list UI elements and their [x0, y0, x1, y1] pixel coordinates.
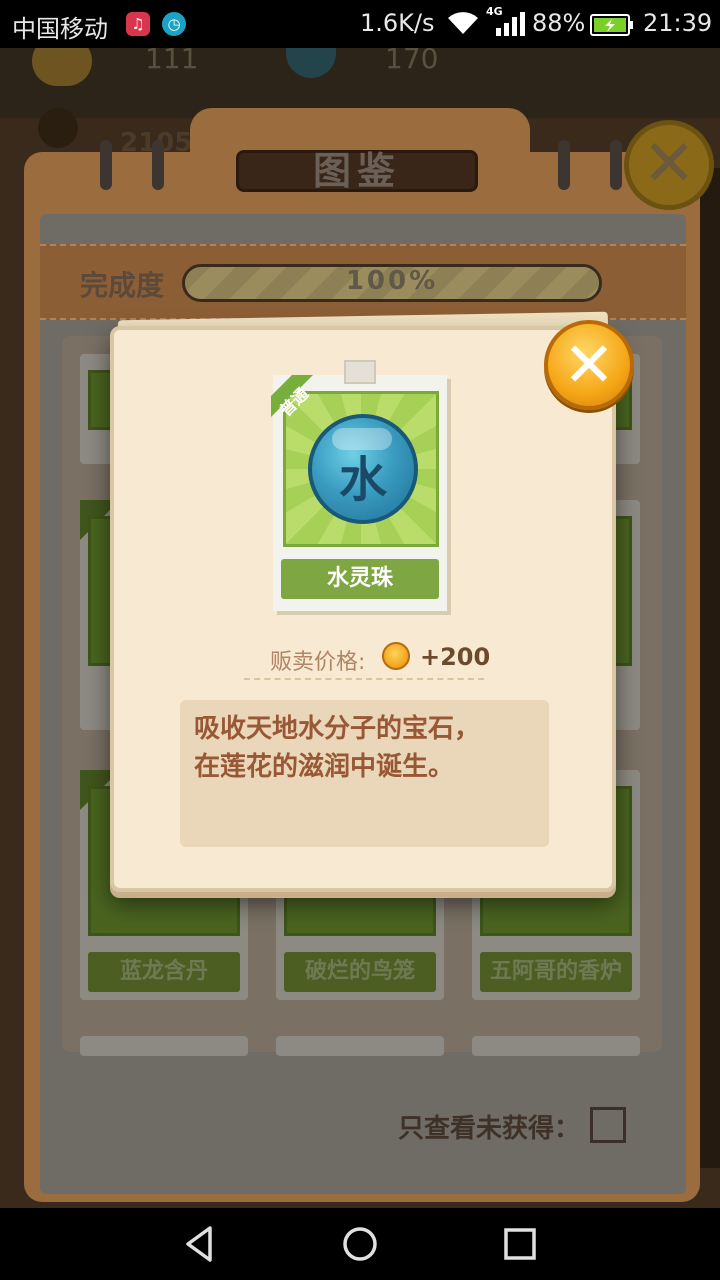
binder-ring-icon — [152, 140, 164, 190]
status-bar: 中国移动 ♫ ◷ 1.6K/s 4G 88% 21:39 — [0, 0, 720, 48]
collection-card[interactable] — [472, 1036, 640, 1056]
music-app-icon: ♫ — [126, 12, 150, 36]
avatar — [38, 108, 78, 148]
battery-charging-icon — [590, 14, 633, 36]
home-icon[interactable] — [338, 1222, 382, 1266]
item-image: 水 — [283, 391, 439, 547]
item-description: 吸收天地水分子的宝石， 在莲花的滋润中诞生。 — [180, 700, 549, 847]
description-line: 吸收天地水分子的宝石， — [194, 714, 481, 744]
binder-ring-icon — [610, 140, 622, 190]
recents-icon[interactable] — [498, 1222, 542, 1266]
price-label: 贩卖价格: — [270, 650, 366, 675]
signal-icon — [496, 12, 525, 36]
progress-label: 完成度 — [80, 269, 165, 302]
card-name: 蓝龙含丹 — [88, 952, 240, 992]
back-icon[interactable] — [178, 1222, 222, 1266]
navigation-bar — [0, 1208, 720, 1280]
card-name: 五阿哥的香炉 — [480, 952, 632, 992]
clock: 21:39 — [643, 9, 713, 37]
binder-ring-icon — [100, 140, 112, 190]
collection-card[interactable] — [80, 1036, 248, 1056]
orb-glyph: 水 — [338, 452, 387, 508]
book-close-button[interactable]: ✕ — [624, 120, 714, 210]
progress-text: 100% — [345, 266, 439, 296]
filter-unowned-checkbox[interactable] — [590, 1107, 626, 1143]
battery-percent: 88% — [532, 9, 586, 37]
divider — [244, 678, 484, 680]
price-value: +200 — [420, 643, 491, 671]
popup-close-button[interactable]: ✕ — [544, 320, 634, 410]
description-line: 在莲花的滋润中诞生。 — [194, 752, 455, 782]
coin-icon — [382, 642, 410, 670]
book-title: 图鉴 — [312, 149, 401, 193]
card-name: 破烂的鸟笼 — [284, 952, 436, 992]
water-orb-icon: 水 — [308, 414, 418, 524]
item-name: 水灵珠 — [281, 559, 439, 599]
paper-clip-icon — [344, 360, 376, 384]
wifi-icon — [448, 12, 478, 34]
net-speed: 1.6K/s — [360, 9, 435, 37]
collection-card[interactable] — [276, 1036, 444, 1056]
close-x-icon: ✕ — [563, 328, 615, 401]
coin-count: 111 — [145, 48, 199, 75]
carrier-label: 中国移动 — [12, 15, 108, 43]
filter-unowned-label: 只查看未获得： — [398, 1114, 581, 1144]
item-card: 水 普通 水灵珠 — [271, 375, 447, 611]
gem-count: 170 — [385, 48, 439, 75]
timer-app-icon: ◷ — [162, 12, 186, 36]
binder-ring-icon — [558, 140, 570, 190]
